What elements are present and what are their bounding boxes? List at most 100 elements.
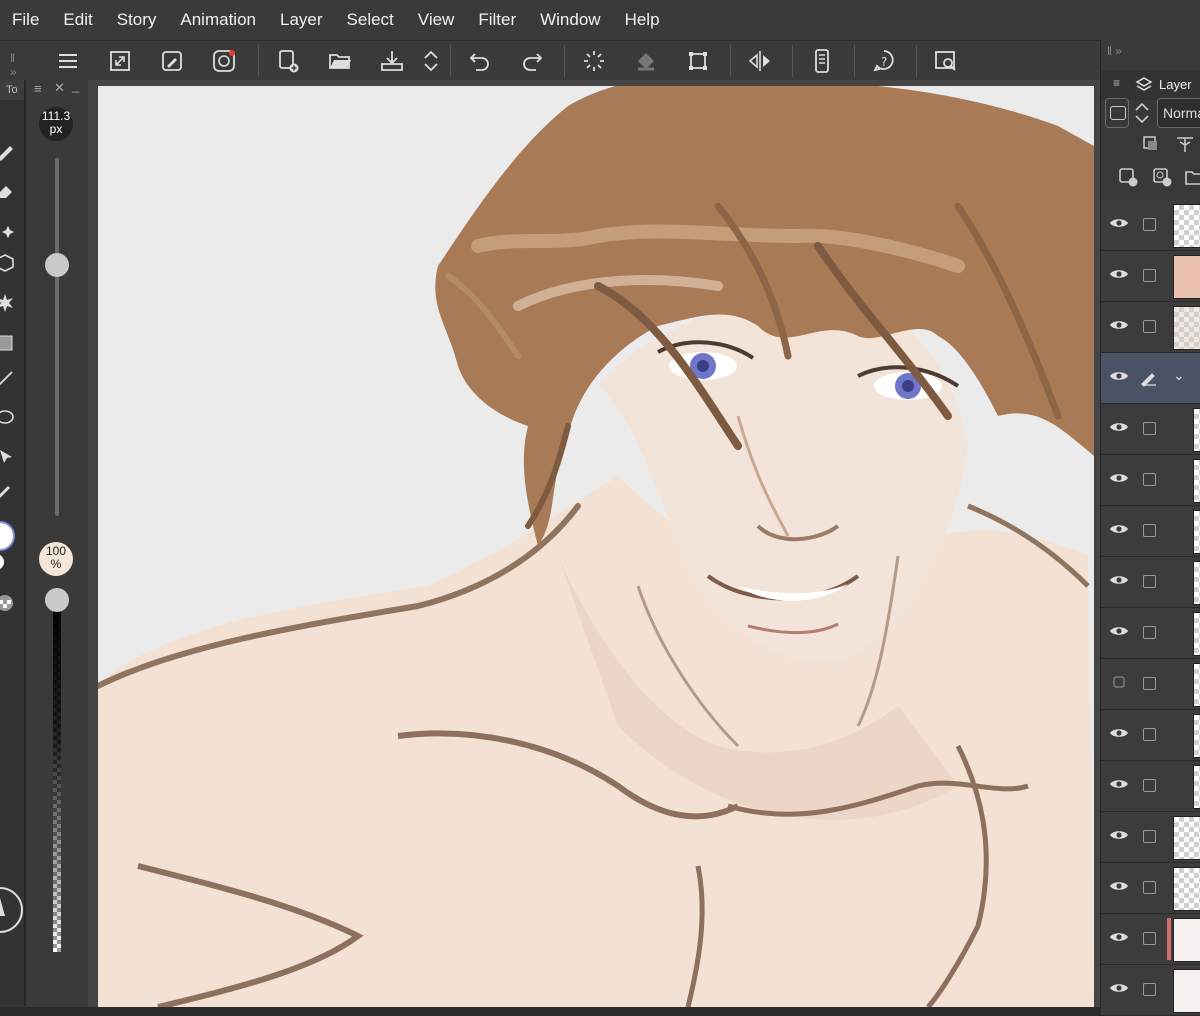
layer-row[interactable] [1101,302,1200,353]
eye-icon[interactable] [1109,216,1129,230]
menu-icon[interactable] [52,45,84,77]
chevron-down-icon[interactable]: ⌄ [1173,367,1185,384]
flip-icon[interactable] [744,45,776,77]
eye-icon[interactable] [1109,267,1129,281]
tab-layer[interactable]: Layer [1159,70,1192,100]
layer-row[interactable] [1101,863,1200,914]
layer-checkbox[interactable] [1143,524,1156,537]
open-folder-icon[interactable] [324,45,356,77]
layer-row[interactable] [1101,710,1200,761]
eye-icon[interactable] [1109,522,1129,536]
new-layer-icon[interactable] [1117,166,1139,188]
layer-checkbox[interactable] [1143,473,1156,486]
layer-checkbox[interactable] [1143,779,1156,792]
eye-icon[interactable] [1109,573,1129,587]
pen-tool-icon[interactable] [0,140,16,162]
clip-layer-icon[interactable] [1141,134,1161,154]
undo-icon[interactable] [464,45,496,77]
help-icon[interactable]: ? [868,45,900,77]
menu-view[interactable]: View [406,0,467,40]
menu-select[interactable]: Select [335,0,406,40]
layer-checkbox[interactable] [1143,422,1156,435]
eye-icon[interactable] [1109,930,1129,944]
burst-tool-icon[interactable] [0,292,16,314]
chevron-updown-icon[interactable] [1133,100,1151,126]
layer-checkbox[interactable] [1143,320,1156,333]
layer-row[interactable] [1101,812,1200,863]
eye-icon[interactable] [1109,471,1129,485]
fit-canvas-icon[interactable] [104,45,136,77]
layer-row[interactable] [1101,659,1200,710]
menu-file[interactable]: File [0,0,51,40]
dropper-tool-icon[interactable] [0,478,16,500]
menu-animation[interactable]: Animation [168,0,268,40]
layer-checkbox[interactable] [1143,677,1156,690]
layer-row[interactable] [1101,251,1200,302]
expand-icon[interactable] [415,45,447,77]
layer-checkbox[interactable] [1143,269,1156,282]
gradient-tool-icon[interactable] [0,332,16,354]
layer-row[interactable] [1101,404,1200,455]
fill-icon[interactable] [630,45,662,77]
line-tool-icon[interactable] [0,368,16,390]
menu-layer[interactable]: Layer [268,0,335,40]
compass-icon[interactable] [0,880,24,940]
menu-edit[interactable]: Edit [51,0,104,40]
transparent-color-icon[interactable] [0,592,16,614]
layer-checkbox[interactable] [1143,575,1156,588]
layer-checkbox[interactable] [1143,830,1156,843]
layer-checkbox[interactable] [1143,983,1156,996]
minimize-icon[interactable]: _ [72,78,79,93]
brush-size-track[interactable] [55,158,59,516]
color-swatch-icon[interactable] [0,520,22,570]
eyedropper-icon[interactable] [156,45,188,77]
grip-icon[interactable]: ‖ » [10,51,18,79]
layer-row[interactable] [1101,557,1200,608]
layer-row[interactable] [1101,761,1200,812]
save-icon[interactable] [376,45,408,77]
layer-checkbox[interactable] [1143,932,1156,945]
eye-icon[interactable] [1109,828,1129,842]
eraser-tool-icon[interactable] [0,180,16,202]
layer-color-button[interactable] [1105,98,1129,128]
layer-checkbox[interactable] [1143,728,1156,741]
brush-size-slider-knob[interactable] [45,253,69,278]
smartphone-icon[interactable] [806,45,838,77]
layer-row[interactable] [1101,455,1200,506]
layer-row[interactable] [1101,200,1200,251]
layer-row[interactable] [1101,506,1200,557]
panel-menu-icon[interactable]: ≡ [1113,76,1120,90]
layer-row[interactable] [1101,608,1200,659]
eye-icon[interactable] [1109,369,1129,383]
eye-icon[interactable] [1109,981,1129,995]
new-folder-icon[interactable] [1183,166,1200,188]
eye-icon[interactable] [1109,318,1129,332]
visibility-checkbox-icon[interactable] [1109,675,1129,689]
panel-menu-icon[interactable]: ≡ [34,81,42,96]
search-window-icon[interactable] [930,45,962,77]
close-icon[interactable]: ✕ [54,80,65,96]
eye-icon[interactable] [1109,624,1129,638]
layer-panel-grip[interactable]: ‖ » [1101,40,1200,70]
eye-icon[interactable] [1109,726,1129,740]
layers-icon[interactable] [1135,76,1153,94]
reference-layer-icon[interactable] [1175,134,1195,154]
new-file-icon[interactable] [272,45,304,77]
blend-mode-select[interactable]: Norma [1157,98,1200,128]
new-vector-layer-icon[interactable] [1151,166,1173,188]
menu-help[interactable]: Help [613,0,672,40]
redo-icon[interactable] [516,45,548,77]
menu-filter[interactable]: Filter [466,0,528,40]
sparkle-tool-icon[interactable] [0,220,16,242]
layer-checkbox[interactable] [1143,626,1156,639]
transform-icon[interactable] [682,45,714,77]
eye-icon[interactable] [1109,879,1129,893]
eye-icon[interactable] [1109,420,1129,434]
layer-checkbox[interactable] [1143,881,1156,894]
layer-row[interactable] [1101,965,1200,1016]
eye-icon[interactable] [1109,777,1129,791]
cube-tool-icon[interactable] [0,252,16,274]
layer-checkbox[interactable] [1143,218,1156,231]
loading-icon[interactable] [578,45,610,77]
menu-window[interactable]: Window [528,0,612,40]
